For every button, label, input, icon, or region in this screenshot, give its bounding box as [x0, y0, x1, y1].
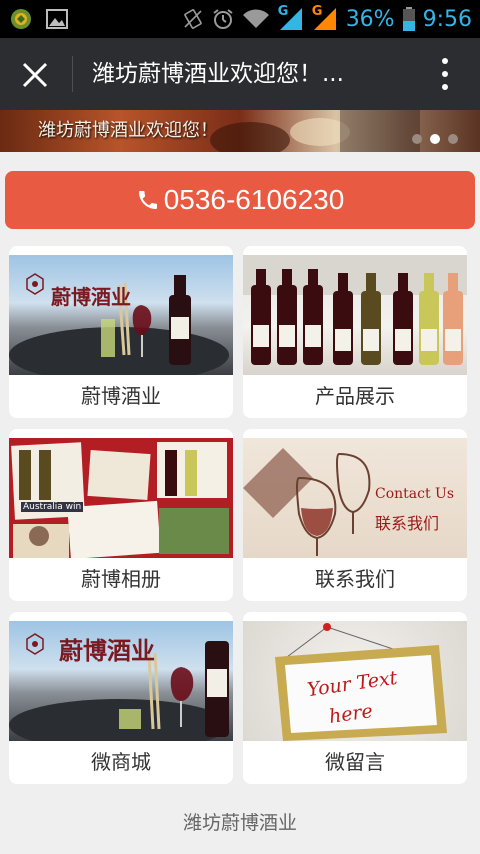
contact-us-text: Contact Us [375, 486, 455, 502]
phone-number: 0536-6106230 [163, 184, 345, 215]
tile-image: Contact Us 联系我们 [243, 438, 467, 558]
tile-image: Australia win [9, 438, 233, 558]
tile-image-caption: Australia win [21, 502, 84, 512]
tile-contact[interactable]: Contact Us 联系我们 联系我们 [243, 429, 467, 601]
wifi-icon [242, 9, 269, 28]
carousel-indicator [412, 134, 458, 144]
tile-image: 蔚博酒业 [9, 255, 233, 375]
banner-carousel[interactable]: 潍坊蔚博酒业欢迎您！ [0, 110, 480, 152]
carousel-dot[interactable] [412, 134, 422, 144]
battery-icon [402, 7, 415, 31]
tile-label: 联系我们 [315, 567, 395, 591]
close-icon [22, 62, 48, 88]
tile-label: 产品展示 [315, 384, 395, 408]
tile-label: 蔚博酒业 [81, 384, 161, 408]
tile-label: 蔚博相册 [81, 567, 161, 591]
tile-image-logo-text: 蔚博酒业 [51, 285, 131, 309]
more-vert-icon-dot [442, 84, 448, 90]
more-menu-button[interactable] [430, 56, 460, 92]
tile-label: 微商城 [91, 750, 151, 774]
tile-company[interactable]: 蔚博酒业 蔚博酒业 [9, 246, 233, 418]
alarm-icon [213, 9, 233, 29]
brand-logo-icon [26, 273, 44, 295]
app-notification-icon [11, 9, 31, 29]
footer-text: 潍坊蔚博酒业 [182, 812, 297, 834]
signal-icon: G [311, 4, 338, 32]
tile-products[interactable]: 产品展示 [243, 246, 467, 418]
image-icon [46, 9, 68, 29]
tile-shop[interactable]: 蔚博酒业 微商城 [9, 612, 233, 784]
more-vert-icon-dot [442, 71, 448, 77]
phone-icon [138, 191, 157, 209]
contact-us-cn-text: 联系我们 [375, 514, 440, 533]
tile-image-logo-text: 蔚博酒业 [59, 636, 155, 665]
carousel-dot-active[interactable] [430, 134, 440, 144]
battery-percent: 36% [345, 6, 395, 32]
clock: 9:56 [422, 6, 472, 32]
signal-icon: G [277, 4, 304, 32]
vibrate-icon [183, 9, 202, 29]
tile-label: 微留言 [325, 750, 385, 774]
network-type-label: G [311, 4, 323, 19]
close-button[interactable] [14, 54, 56, 96]
more-vert-icon [442, 58, 448, 64]
banner-caption: 潍坊蔚博酒业欢迎您！ [38, 120, 218, 141]
call-phone-button[interactable]: 0536-6106230 [5, 171, 475, 229]
tile-message[interactable]: Your Text here 微留言 [243, 612, 467, 784]
tile-image: 蔚博酒业 [9, 621, 233, 741]
title-bar: 潍坊蔚博酒业欢迎您！... [0, 38, 480, 110]
status-bar: G G 36% 9:56 [0, 0, 480, 38]
title-divider [72, 56, 73, 92]
tile-image: Your Text here [243, 621, 467, 741]
brand-logo-icon [26, 633, 44, 655]
tile-image [243, 255, 467, 375]
carousel-dot[interactable] [448, 134, 458, 144]
tile-album[interactable]: Australia win 蔚博相册 [9, 429, 233, 601]
page-title: 潍坊蔚博酒业欢迎您！... [92, 61, 344, 87]
network-type-label: G [277, 4, 289, 19]
